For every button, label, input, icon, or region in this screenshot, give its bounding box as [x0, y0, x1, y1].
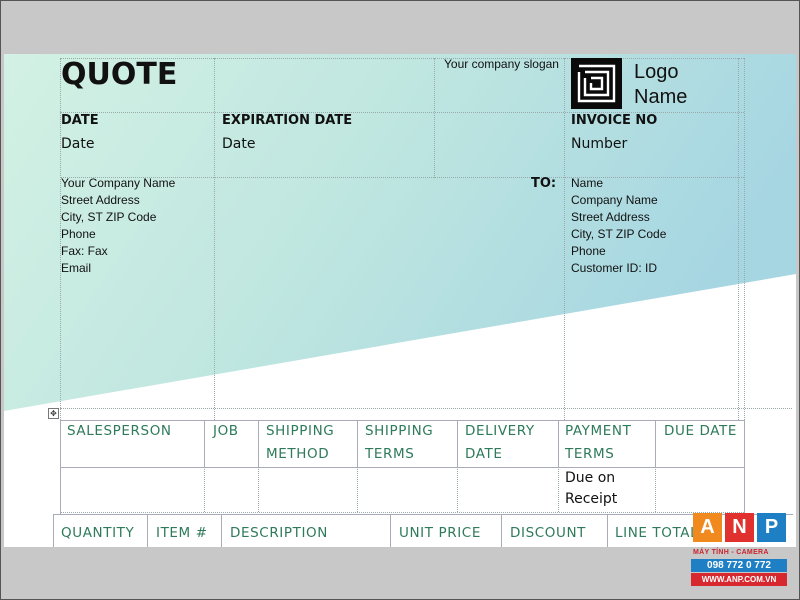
to-address[interactable]: Name Company Name Street Address City, S… — [571, 175, 666, 277]
header-discount: DISCOUNT — [510, 525, 587, 541]
header-delivery-date: DELIVERY DATE — [465, 420, 535, 466]
to-line: Customer ID: ID — [571, 261, 658, 275]
header-line: TERMS — [365, 446, 415, 462]
document-page[interactable]: ✥ QUOTE Your company slogan Logo Name DA… — [4, 54, 796, 547]
from-line: Fax: Fax — [61, 244, 108, 258]
grid-line — [457, 420, 458, 467]
grid-line — [60, 512, 744, 513]
grid-line — [744, 58, 745, 420]
grid-line — [53, 514, 54, 547]
grid-line — [204, 420, 205, 467]
grid-line — [558, 420, 559, 467]
header-shipping-method: SHIPPING METHOD — [266, 420, 334, 466]
grid-line — [204, 467, 205, 512]
header-job: JOB — [213, 423, 239, 439]
from-line: Email — [61, 261, 92, 275]
from-address[interactable]: Your Company Name Street Address City, S… — [61, 175, 175, 277]
grid-line — [60, 467, 744, 468]
from-line: Street Address — [61, 193, 140, 207]
value-line: Due on — [565, 470, 616, 486]
maze-logo-icon — [571, 58, 622, 109]
grid-line — [744, 420, 745, 514]
header-line: SHIPPING — [266, 423, 335, 439]
header-line: DELIVERY — [465, 423, 535, 439]
date-label: DATE — [61, 113, 99, 128]
header-line: PAYMENT — [565, 423, 632, 439]
to-line: Company Name — [571, 193, 658, 207]
header-shipping-terms: SHIPPING TERMS — [365, 420, 433, 466]
header-line: DATE — [465, 446, 503, 462]
grid-line — [60, 408, 792, 409]
grid-line — [564, 58, 565, 420]
header-item-number: ITEM # — [156, 525, 208, 541]
header-line: TERMS — [565, 446, 615, 462]
anp-letter-p: P — [757, 513, 786, 542]
grid-line — [434, 58, 435, 178]
company-slogan: Your company slogan — [444, 57, 559, 71]
to-line: Phone — [571, 244, 606, 258]
grid-line — [655, 467, 656, 512]
value-line: Receipt — [565, 491, 618, 507]
anp-website: WWW.ANP.COM.VN — [691, 573, 787, 586]
payment-terms-value[interactable]: Due on Receipt — [565, 468, 617, 510]
anp-letter-a: A — [693, 513, 722, 542]
logo-name-line2: Name — [634, 86, 688, 108]
header-description: DESCRIPTION — [230, 525, 328, 541]
grid-line — [357, 420, 358, 467]
gradient-background-shape — [4, 54, 796, 411]
grid-line — [607, 514, 608, 547]
anp-letter-n: N — [725, 513, 754, 542]
invoice-no-label: INVOICE NO — [571, 113, 658, 128]
top-toolbar-area — [0, 0, 800, 54]
header-line-total: LINE TOTAL — [615, 525, 699, 541]
grid-line — [738, 58, 739, 420]
table-move-handle-icon[interactable]: ✥ — [48, 408, 59, 419]
grid-line — [357, 467, 358, 512]
grid-line — [60, 420, 61, 514]
to-line: Street Address — [571, 210, 650, 224]
grid-line — [147, 514, 148, 547]
to-line: Name — [571, 176, 604, 190]
from-line: Phone — [61, 227, 96, 241]
grid-line — [258, 420, 259, 467]
header-quantity: QUANTITY — [61, 525, 135, 541]
grid-line — [390, 514, 391, 547]
grid-line — [258, 467, 259, 512]
header-line: METHOD — [266, 446, 330, 462]
expiration-date-label: EXPIRATION DATE — [222, 113, 353, 128]
to-line: City, ST ZIP Code — [571, 227, 667, 241]
logo-name-line1: Logo — [634, 61, 679, 83]
grid-line — [53, 514, 793, 515]
from-line: City, ST ZIP Code — [61, 210, 157, 224]
anp-watermark-logo: A N P MÁY TÍNH - CAMERA 098 772 0 772 WW… — [691, 513, 787, 593]
header-unit-price: UNIT PRICE — [399, 525, 481, 541]
anp-phone: 098 772 0 772 — [691, 559, 787, 572]
header-salesperson: SALESPERSON — [67, 423, 172, 439]
grid-line — [214, 58, 215, 420]
grid-line — [558, 467, 559, 512]
grid-line — [501, 514, 502, 547]
document-title: QUOTE — [61, 57, 178, 92]
grid-line — [457, 467, 458, 512]
grid-line — [221, 514, 222, 547]
date-value[interactable]: Date — [61, 136, 94, 152]
grid-line — [655, 420, 656, 467]
anp-tagline: MÁY TÍNH - CAMERA — [693, 549, 769, 556]
invoice-no-value[interactable]: Number — [571, 136, 627, 152]
to-label: TO: — [531, 176, 557, 191]
header-payment-terms: PAYMENT TERMS — [565, 420, 631, 466]
expiration-date-value[interactable]: Date — [222, 136, 255, 152]
from-line: Your Company Name — [61, 176, 176, 190]
bottom-toolbar-area — [0, 547, 800, 600]
header-line: SHIPPING — [365, 423, 434, 439]
header-due-date: DUE DATE — [664, 423, 738, 439]
